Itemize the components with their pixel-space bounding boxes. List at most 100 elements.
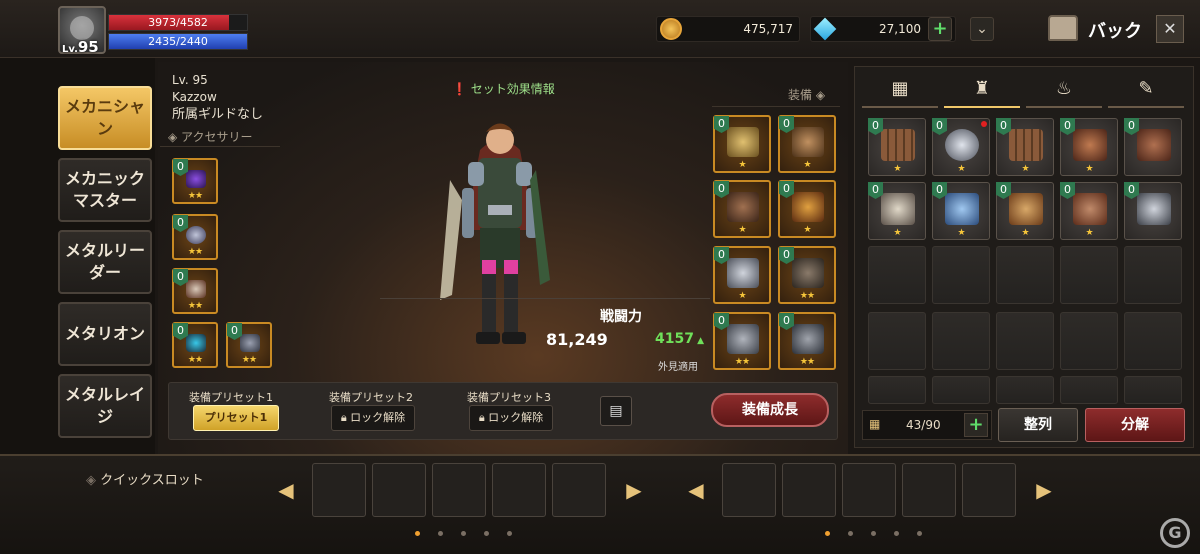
quickslot[interactable] (372, 463, 426, 517)
expand-inventory-button[interactable]: + (964, 413, 988, 437)
lock-icon: 🔒︎ (340, 411, 347, 424)
inventory-empty-slot[interactable] (868, 312, 926, 370)
character-level: Lv. 95 (172, 73, 208, 87)
inventory-item[interactable]: 0 ★ (996, 118, 1054, 176)
shirt-icon (881, 193, 915, 225)
inventory-empty-slot[interactable] (1060, 312, 1118, 370)
accessory-slot-ring[interactable]: 0 ★★ (172, 214, 218, 260)
page-dot[interactable] (825, 531, 830, 536)
expand-menu-button[interactable]: ⌄ (970, 17, 994, 41)
quickslot[interactable] (722, 463, 776, 517)
job-tab-metal-rage[interactable]: メタルレイジ (58, 374, 152, 438)
page-dot[interactable] (415, 531, 420, 536)
close-button[interactable]: ✕ (1156, 15, 1184, 43)
inventory-empty-slot[interactable] (868, 376, 926, 404)
tab-equipment[interactable]: ♜ (944, 72, 1020, 108)
add-gem-button[interactable]: + (928, 17, 952, 41)
sort-button[interactable]: 整列 (998, 408, 1078, 442)
bracelet-icon (186, 280, 206, 298)
disassemble-button[interactable]: 分解 (1085, 408, 1185, 442)
quickslot[interactable] (312, 463, 366, 517)
grid-icon: ▦ (891, 78, 909, 99)
quickslot[interactable] (552, 463, 606, 517)
accessory-slot-necklace[interactable]: 0 ★★ (172, 158, 218, 204)
inventory-empty-slot[interactable] (996, 312, 1054, 370)
equip-slot-gloves[interactable]: 0 ★★ (778, 312, 836, 370)
inventory-empty-slot[interactable] (868, 246, 926, 304)
inventory-empty-slot[interactable] (932, 246, 990, 304)
quickslot2-next-arrow-icon[interactable]: ▶ (1032, 478, 1056, 502)
inventory-item[interactable]: 0 ★ (868, 182, 926, 240)
page-dot[interactable] (848, 531, 853, 536)
preset-3-unlock-button[interactable]: 🔒︎ ロック解除 (469, 405, 553, 431)
job-tab-metal-leader[interactable]: メタルリーダー (58, 230, 152, 294)
quickslot[interactable] (492, 463, 546, 517)
inventory-item[interactable]: 0 ★ (996, 182, 1054, 240)
page-dot[interactable] (917, 531, 922, 536)
job-tab-mechanic-master[interactable]: メカニックマスター (58, 158, 152, 222)
inventory-empty-slot[interactable] (932, 312, 990, 370)
hp-bar: 3973/4582 (108, 14, 248, 31)
inventory-item[interactable]: 0 ★ (868, 118, 926, 176)
page-dot[interactable] (484, 531, 489, 536)
accessory-slot-earring[interactable]: 0 ★★ (172, 322, 218, 368)
page-dot[interactable] (894, 531, 899, 536)
equip-slot-cape[interactable]: 0 ★★ (778, 246, 836, 304)
equip-slot-shield[interactable]: 0 ★ (778, 180, 836, 238)
page-dot[interactable] (438, 531, 443, 536)
quickslot[interactable] (902, 463, 956, 517)
inventory-item[interactable]: 0 ★ (932, 182, 990, 240)
ring-icon (945, 129, 979, 161)
equipment-growth-button[interactable]: 装備成長 (711, 393, 829, 427)
equip-slot-helmet[interactable]: 0 ★ (713, 115, 771, 173)
tab-skills[interactable]: ✎ (1108, 72, 1184, 108)
quickslot-next-arrow-icon[interactable]: ▶ (622, 478, 646, 502)
chat-button[interactable]: ▤ (600, 396, 632, 426)
preset-1-title: 装備プリセット1 (189, 391, 273, 404)
inventory-empty-slot[interactable] (996, 376, 1054, 404)
bracer-icon (1137, 129, 1171, 161)
inventory-empty-slot[interactable] (1060, 376, 1118, 404)
quickslot[interactable] (432, 463, 486, 517)
quickslot[interactable] (842, 463, 896, 517)
quickslot[interactable] (962, 463, 1016, 517)
accessory-slot-belt[interactable]: 0 ★★ (226, 322, 272, 368)
inventory-empty-slot[interactable] (996, 246, 1054, 304)
inventory-item[interactable]: 0 (1124, 182, 1182, 240)
belt-icon (240, 334, 260, 352)
tab-all[interactable]: ▦ (862, 72, 938, 108)
job-tab-mechanician[interactable]: メカニシャン (58, 86, 152, 150)
inventory-empty-slot[interactable] (1124, 246, 1182, 304)
equip-slot-shoulder[interactable]: 0 ★ (713, 180, 771, 238)
preset-2-unlock-button[interactable]: 🔒︎ ロック解除 (331, 405, 415, 431)
quickslot-prev-arrow-icon[interactable]: ◀ (274, 478, 298, 502)
equip-label: 装備 ◈ (788, 88, 826, 102)
quickslot[interactable] (782, 463, 836, 517)
inventory-item[interactable]: 0 (1124, 118, 1182, 176)
inventory-item[interactable]: 0 ★ (1060, 118, 1118, 176)
page-dot[interactable] (507, 531, 512, 536)
quickslot2-prev-arrow-icon[interactable]: ◀ (684, 478, 708, 502)
inventory-empty-slot[interactable] (932, 376, 990, 404)
gem-value: 27,100 (879, 22, 921, 36)
preset-1-button[interactable]: プリセット1 (193, 405, 279, 431)
equip-slot-armor[interactable]: 0 ★ (713, 246, 771, 304)
set-info-link[interactable]: ❗ セット効果情報 (452, 80, 555, 97)
bag-icon[interactable] (1048, 15, 1078, 41)
inventory-empty-slot[interactable] (1124, 312, 1182, 370)
appearance-applied-label: 外見適用 (658, 362, 698, 373)
page-dot[interactable] (871, 531, 876, 536)
inventory-empty-slot[interactable] (1060, 246, 1118, 304)
job-tab-metallion[interactable]: メタリオン (58, 302, 152, 366)
accessory-slot-bracelet[interactable]: 0 ★★ (172, 268, 218, 314)
skirt-armor-icon (1073, 193, 1107, 225)
inventory-item[interactable]: 0 ★ (932, 118, 990, 176)
inventory-empty-slot[interactable] (1124, 376, 1182, 404)
equip-slot-weapon[interactable]: 0 ★ (778, 115, 836, 173)
inventory-item[interactable]: 0 ★ (1060, 182, 1118, 240)
equip-slot-boots[interactable]: 0 ★★ (713, 312, 771, 370)
helmet-tab-icon: ♜ (973, 78, 991, 99)
page-dot[interactable] (461, 531, 466, 536)
back-label[interactable]: バック (1088, 17, 1142, 43)
tab-items[interactable]: ♨ (1026, 72, 1102, 108)
